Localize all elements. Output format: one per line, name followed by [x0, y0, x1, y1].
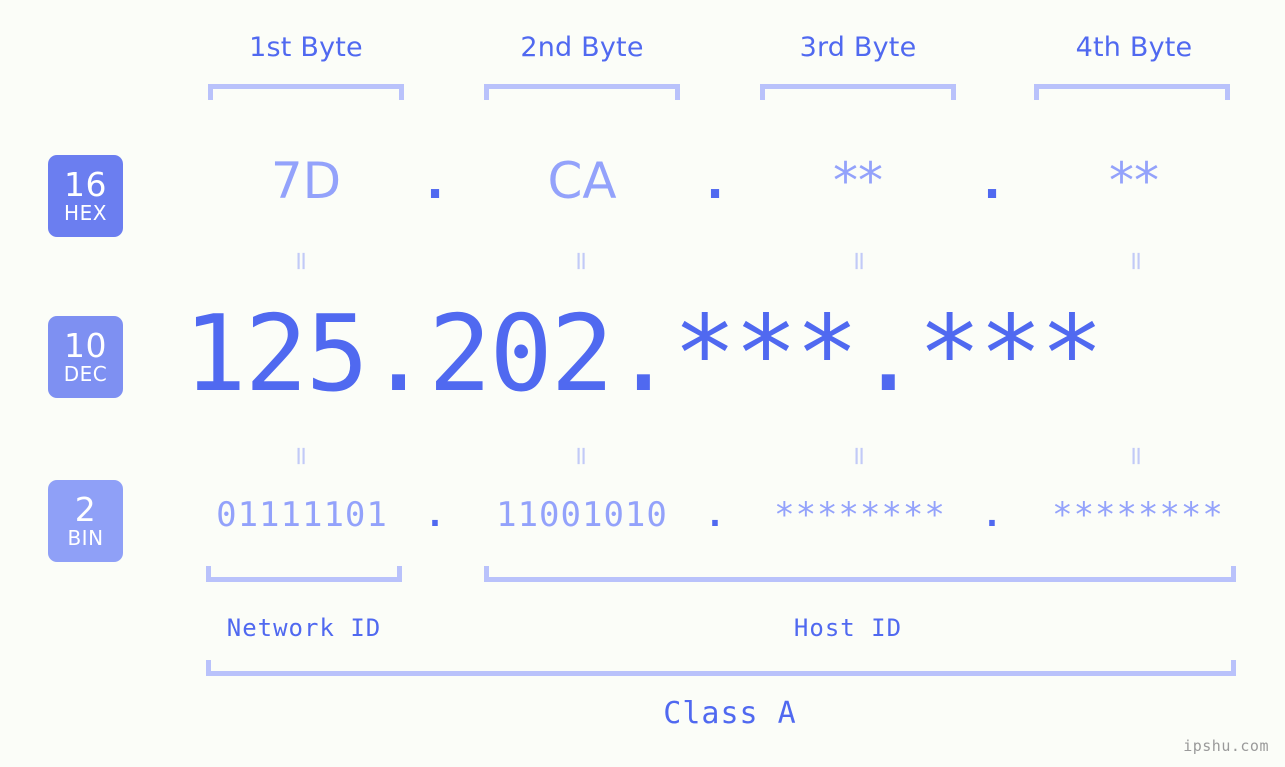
- equals-mark-hex-dec-1: =: [286, 250, 316, 272]
- dec-separator-3: .: [856, 293, 920, 415]
- dec-row: 125.202.***.***: [0, 295, 1285, 415]
- class-label: Class A: [663, 696, 797, 731]
- byte-header-2: 2nd Byte: [520, 32, 644, 63]
- network-id-label: Network ID: [226, 614, 382, 642]
- equals-mark-dec-bin-3: =: [844, 445, 874, 467]
- byte-bracket-4: [1034, 84, 1230, 100]
- hex-separator-3: .: [976, 152, 1008, 210]
- dec-octet-4: ***: [917, 293, 1104, 415]
- site-watermark: ipshu.com: [1183, 737, 1269, 755]
- hex-row: 7D . CA . ** . **: [0, 150, 1285, 230]
- hex-octet-2: CA: [547, 152, 617, 210]
- byte-header-4: 4th Byte: [1075, 32, 1193, 63]
- equals-mark-dec-bin-2: =: [566, 445, 596, 467]
- equals-mark-dec-bin-1: =: [286, 445, 316, 467]
- dec-octet-1: 125: [183, 293, 369, 415]
- byte-header-3: 3rd Byte: [799, 32, 917, 63]
- byte-bracket-2: [484, 84, 680, 100]
- dec-separator-2: .: [611, 293, 675, 415]
- byte-bracket-3: [760, 84, 956, 100]
- bin-separator-3: .: [981, 495, 1003, 535]
- equals-mark-hex-dec-4: =: [1121, 250, 1151, 272]
- host-id-label: Host ID: [793, 614, 903, 642]
- equals-mark-dec-bin-4: =: [1121, 445, 1151, 467]
- ip-address-breakdown-diagram: 1st Byte 2nd Byte 3rd Byte 4th Byte 16 H…: [0, 0, 1285, 767]
- equals-mark-hex-dec-3: =: [844, 250, 874, 272]
- hex-octet-4: **: [1109, 152, 1159, 210]
- byte-bracket-1: [208, 84, 404, 100]
- hex-separator-1: .: [419, 152, 451, 210]
- hex-octet-1: 7D: [270, 152, 342, 210]
- bin-octet-1: 01111101: [216, 495, 388, 535]
- hex-separator-2: .: [699, 152, 731, 210]
- byte-header-1: 1st Byte: [249, 32, 363, 63]
- host-id-bracket: [484, 566, 1236, 582]
- bin-octet-4: ********: [1052, 495, 1224, 535]
- bin-row: 01111101 . 11001010 . ******** . *******…: [0, 490, 1285, 550]
- equals-mark-hex-dec-2: =: [566, 250, 596, 272]
- class-bracket: [206, 660, 1236, 676]
- bin-octet-3: ********: [774, 495, 946, 535]
- dec-octet-2: 202: [428, 293, 614, 415]
- hex-octet-3: **: [833, 152, 883, 210]
- dec-separator-1: .: [367, 293, 430, 415]
- bin-separator-2: .: [704, 495, 726, 535]
- network-id-bracket: [206, 566, 402, 582]
- bin-separator-1: .: [424, 495, 446, 535]
- dec-octet-3: ***: [673, 293, 859, 415]
- bin-octet-2: 11001010: [496, 495, 668, 535]
